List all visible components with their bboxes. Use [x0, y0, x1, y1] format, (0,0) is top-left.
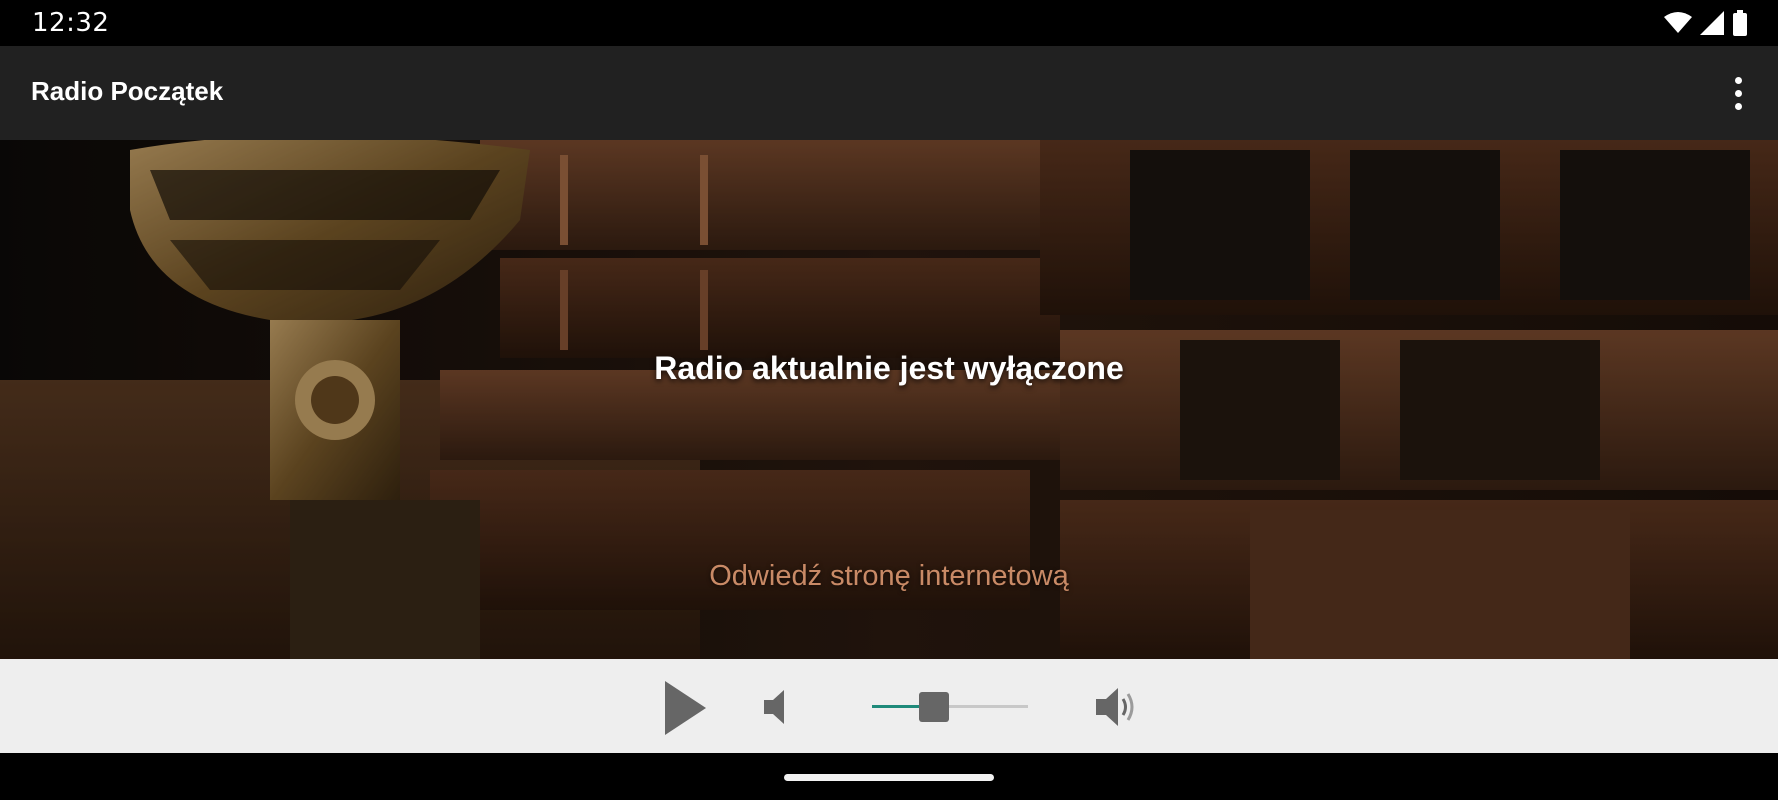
wifi-icon: [1664, 12, 1692, 33]
volume-mute-icon[interactable]: [760, 687, 796, 727]
status-time: 12:32: [32, 8, 110, 38]
status-icons: [1664, 10, 1748, 36]
status-bar: 12:32: [0, 0, 1778, 46]
player-controls: [0, 659, 1778, 753]
hero-image: Radio aktualnie jest wyłączone Odwiedź s…: [0, 140, 1778, 659]
gesture-handle[interactable]: [784, 774, 994, 781]
app-title: Radio Początek: [31, 76, 224, 106]
volume-thumb[interactable]: [919, 692, 950, 722]
radio-status-text: Radio aktualnie jest wyłączone: [654, 350, 1124, 386]
battery-icon: [1733, 10, 1747, 36]
website-link[interactable]: Odwiedź stronę internetową: [0, 560, 1778, 593]
more-vertical-icon[interactable]: [1718, 70, 1758, 116]
app-bar: Radio Początek: [0, 46, 1778, 140]
signal-icon: [1700, 11, 1724, 35]
play-icon[interactable]: [660, 679, 710, 737]
volume-slider[interactable]: [872, 687, 1028, 727]
navigation-bar: [0, 753, 1778, 800]
volume-up-icon[interactable]: [1094, 685, 1140, 729]
